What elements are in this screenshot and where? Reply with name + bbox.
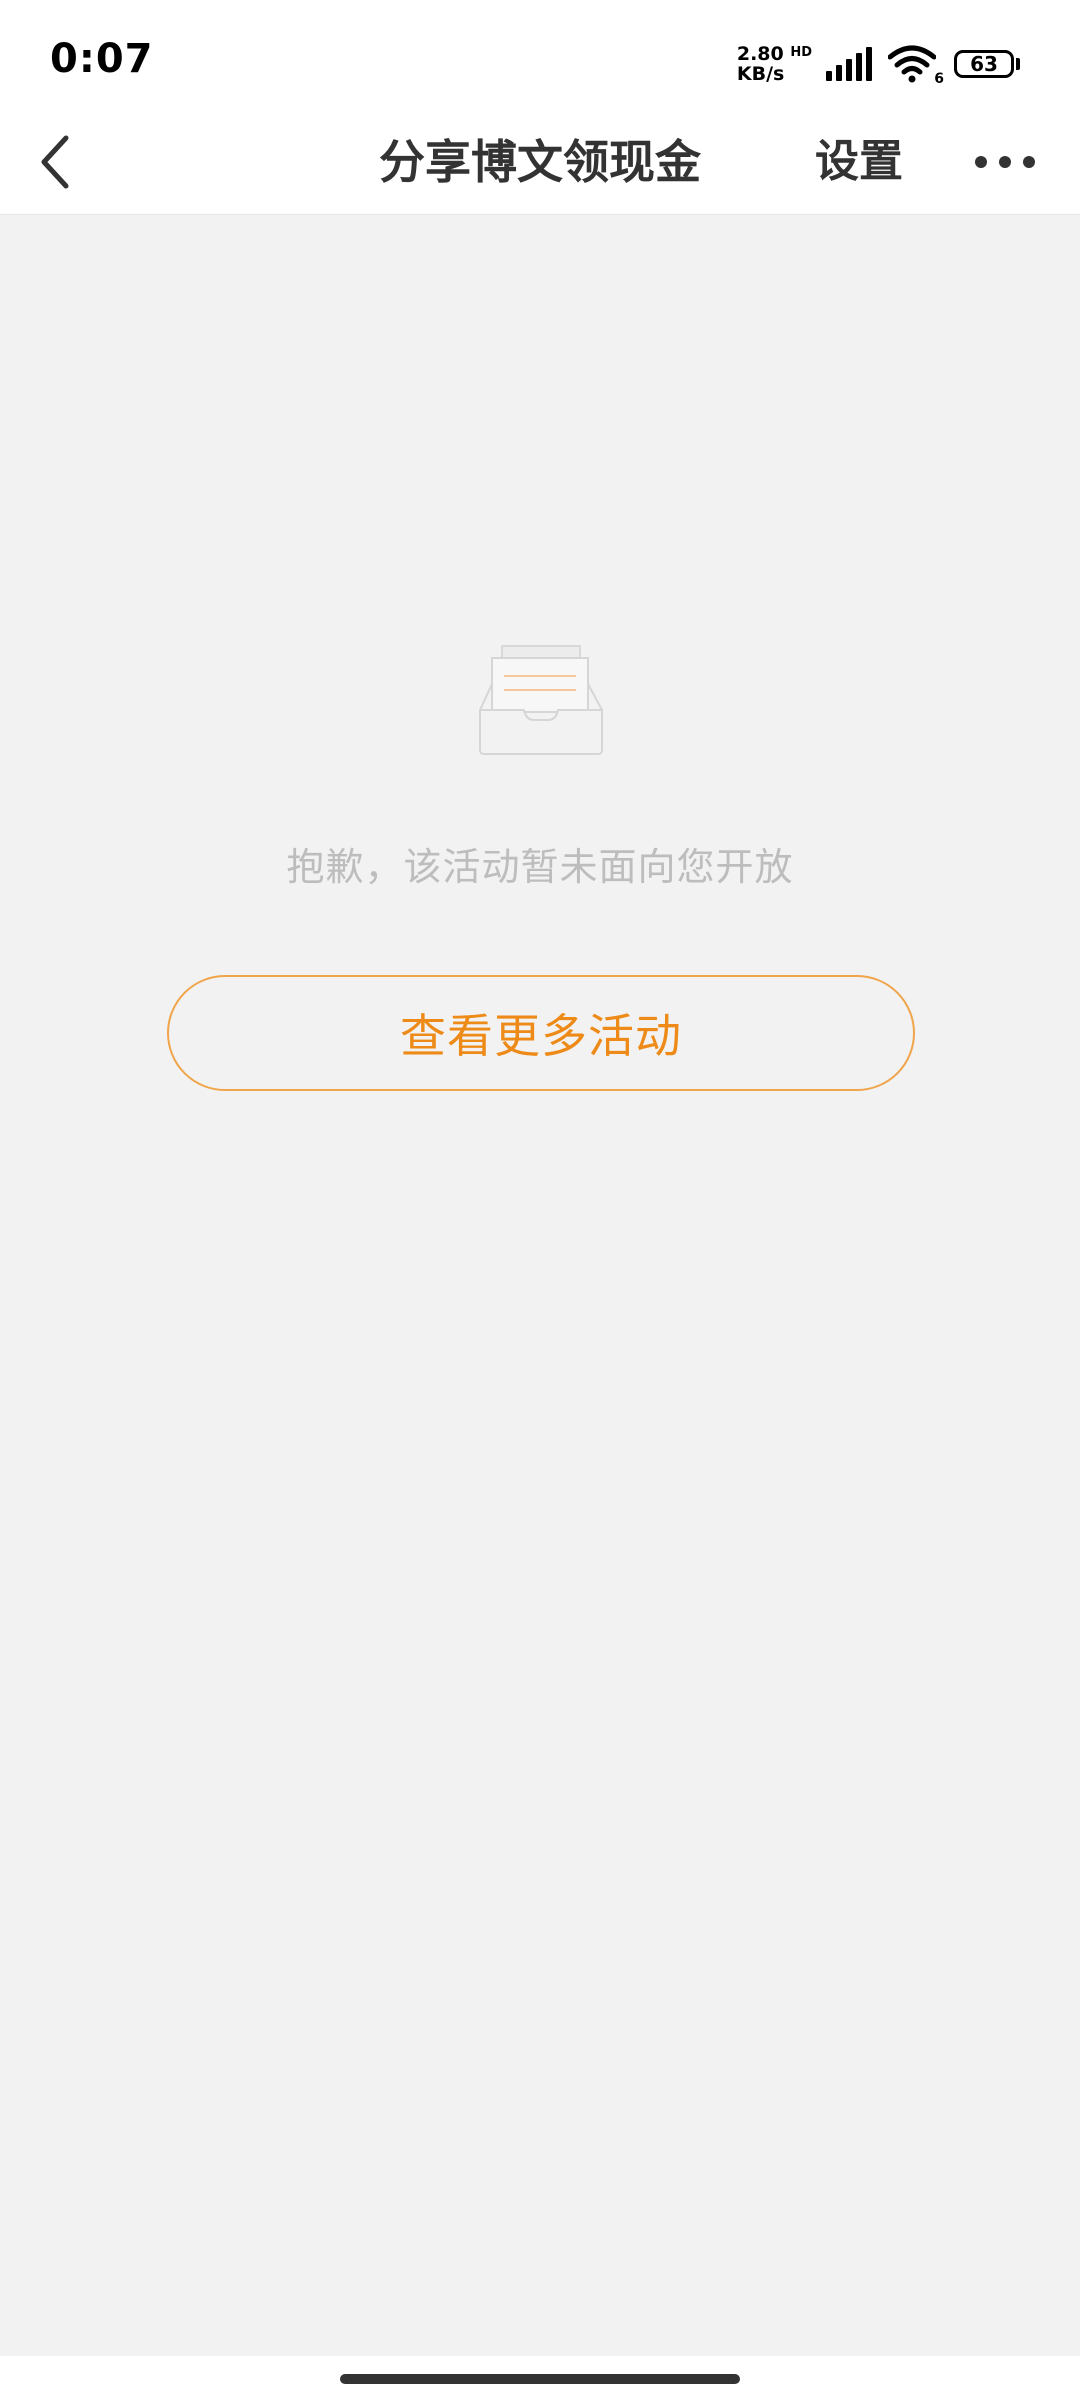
wifi-indicator: 6 xyxy=(887,45,944,87)
empty-inbox-icon xyxy=(479,645,603,755)
battery-icon: 63 xyxy=(954,50,1014,78)
chevron-left-icon xyxy=(41,135,69,189)
battery-level: 63 xyxy=(970,52,998,76)
gesture-bar xyxy=(0,2356,1080,2400)
network-speed-value: 2.80 xyxy=(736,43,784,65)
hd-label: HD xyxy=(790,44,812,60)
page-title: 分享博文领现金 xyxy=(379,135,701,189)
home-indicator[interactable] xyxy=(340,2374,740,2384)
more-horizontal-icon xyxy=(975,156,1035,168)
nav-bar: 分享博文领现金 设置 xyxy=(0,110,1080,215)
more-button[interactable] xyxy=(970,130,1040,194)
settings-button[interactable]: 设置 xyxy=(815,110,903,214)
network-speed: 2.80 KB/s xyxy=(737,44,784,84)
back-button[interactable] xyxy=(24,130,88,194)
status-time: 0:07 xyxy=(50,36,154,82)
status-bar: 0:07 2.80 KB/s HD 6 63 xyxy=(0,0,1080,110)
wifi-icon xyxy=(887,45,937,83)
wifi-badge: 6 xyxy=(934,71,944,87)
signal-icon xyxy=(826,47,872,81)
battery-tip xyxy=(1016,58,1020,70)
battery-indicator: 63 xyxy=(954,50,1020,78)
status-indicators: 2.80 KB/s HD 6 63 xyxy=(737,40,1020,88)
empty-message: 抱歉，该活动暂未面向您开放 xyxy=(286,845,794,889)
network-speed-unit: KB/s xyxy=(736,63,785,85)
view-more-activities-button[interactable]: 查看更多活动 xyxy=(167,975,915,1091)
screen: 0:07 2.80 KB/s HD 6 63 分享博文领现金 设置 抱歉，该活动… xyxy=(0,0,1080,2400)
